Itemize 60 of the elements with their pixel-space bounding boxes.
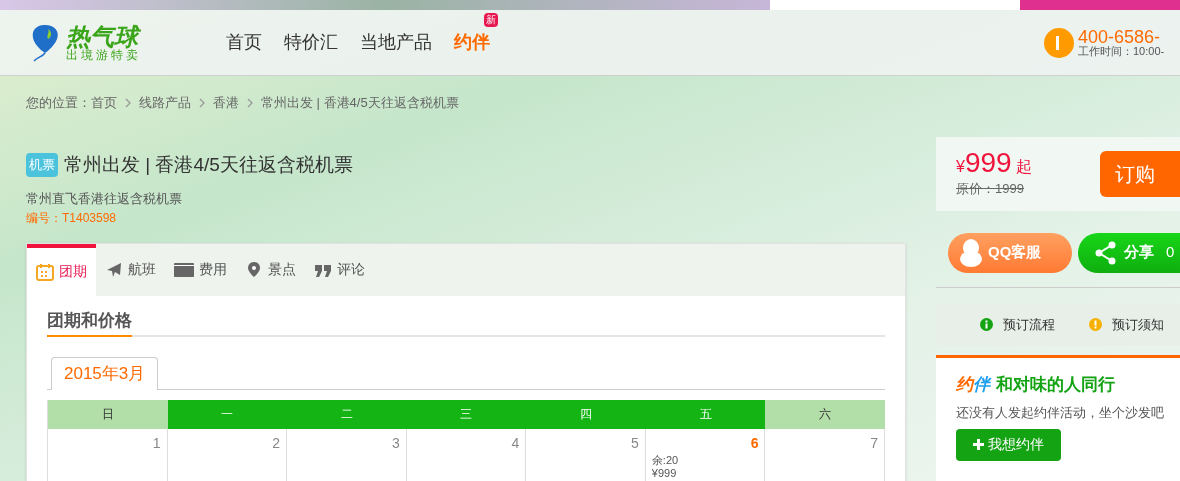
product-subtitle: 常州直飞香港往返含税机票 [26, 190, 183, 208]
weekday-header: 四 [526, 399, 646, 429]
section-title: 团期和价格 [47, 307, 132, 337]
remaining-seats: 余:20 [651, 453, 759, 467]
plane-icon [105, 260, 123, 279]
tab[interactable]: 费用 [165, 243, 236, 296]
weekday-header: 三 [406, 399, 527, 429]
currency-sign: ¥ [956, 157, 965, 177]
month-tab[interactable]: 2015年3月 [51, 357, 159, 390]
order-button[interactable]: 订购 [1100, 150, 1180, 197]
tab[interactable]: 评论 [305, 243, 374, 296]
yueban-text: 还没有人发起约伴活动，坐个沙发吧 [956, 404, 1165, 422]
chevron-right-icon [247, 97, 253, 108]
breadcrumb-link[interactable]: 常州出发 | 香港4/5天往返含税机票 [261, 93, 459, 113]
find-partner-button[interactable]: 我想约伴 [956, 428, 1061, 461]
share-icon [1094, 240, 1118, 265]
yueban-title: 和对味的人同行 [996, 373, 1115, 396]
product-code: 编号：T1403598 [26, 209, 118, 227]
calendar-icon [36, 262, 54, 281]
banner-image[interactable] [0, 0, 770, 10]
tab[interactable]: 团期 [27, 243, 96, 296]
warning-icon [1089, 318, 1102, 331]
product-title: 常州出发 | 香港4/5天往返含税机票 [64, 152, 353, 177]
phone-icon [1044, 27, 1074, 58]
price-suffix: 起 [1015, 156, 1032, 177]
new-badge: 新 [484, 13, 498, 27]
chevron-right-icon [199, 97, 205, 108]
logo-text: 热气球 [66, 24, 141, 49]
weekday-header: 五 [645, 399, 766, 429]
nav-link[interactable]: 约伴 [454, 32, 490, 52]
ticket-tag: 机票 [26, 152, 58, 177]
breadcrumb-link[interactable]: 您的位置：首页 [26, 93, 117, 113]
phone-number: 400-6586- [1078, 28, 1162, 46]
banner-image[interactable] [1020, 0, 1180, 10]
weekday-header: 二 [287, 399, 407, 429]
day-price: ¥999 [651, 466, 678, 480]
logo-slogan: 出境游特卖 [66, 48, 141, 61]
booking-link[interactable]: 预订须知 [1089, 314, 1164, 335]
breadcrumb-link[interactable]: 香港 [213, 93, 239, 113]
tab[interactable]: 景点 [236, 243, 305, 296]
weekday-header: 日 [48, 399, 168, 429]
yueban-logo-text: 约伴 [956, 374, 990, 394]
info-icon [980, 318, 993, 331]
share-count: 0 [1166, 242, 1175, 263]
nav-link[interactable]: 当地产品 [360, 32, 432, 52]
breadcrumb-link[interactable]: 线路产品 [139, 93, 191, 113]
wallet-icon [174, 261, 194, 278]
booking-link[interactable]: 预订流程 [980, 314, 1055, 335]
plus-icon [973, 439, 984, 450]
weekday-header: 六 [765, 399, 885, 429]
penguin-icon [958, 237, 984, 268]
chevron-right-icon [125, 97, 131, 108]
tab[interactable]: 航班 [96, 243, 165, 296]
weekday-header: 一 [167, 399, 288, 429]
nav-link[interactable]: 首页 [226, 32, 262, 52]
working-hours: 工作时间：10:00- [1078, 46, 1165, 57]
nav-link[interactable]: 特价汇 [284, 32, 338, 52]
original-price: 原价：1999 [956, 179, 1025, 198]
location-pin-icon [245, 260, 263, 279]
price-amount: 999 [964, 148, 1012, 177]
